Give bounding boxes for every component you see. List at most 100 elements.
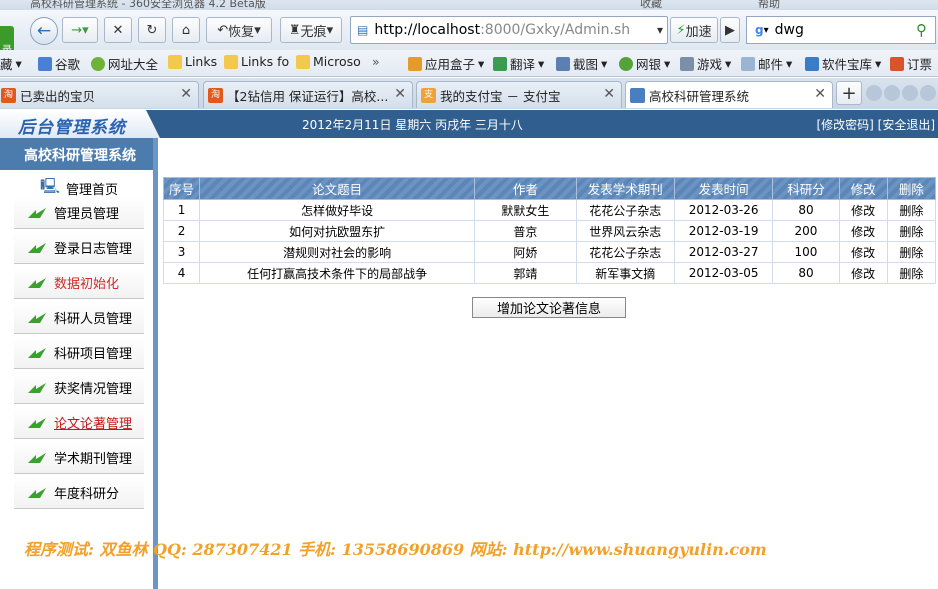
chevron-down-icon: ▾: [478, 56, 485, 71]
refresh-button[interactable]: ↻: [138, 17, 166, 43]
col-header: 发表时间: [673, 177, 774, 200]
fav-item[interactable]: 订票: [890, 54, 932, 73]
col-header: 修改: [838, 177, 888, 200]
tab-label: 高校科研管理系统: [649, 88, 750, 104]
tab-taobao-listing[interactable]: 淘【2钻信用 保证运行】高校... ✕: [203, 81, 413, 108]
back-button[interactable]: ←: [30, 17, 58, 45]
more-favorites-button[interactable]: »: [372, 54, 380, 69]
stop-button[interactable]: ✕: [104, 17, 132, 43]
sidebar-item[interactable]: 科研项目管理: [14, 337, 144, 369]
restore-button[interactable]: ↶ 恢复 ▾: [206, 17, 272, 43]
tab-list-icon[interactable]: [902, 85, 918, 101]
table-row: 4 任何打赢高技术条件下的局部战争 郭靖 新军事文摘 2012-03-05 80 修改 删除: [162, 262, 937, 284]
research-score: 80: [772, 199, 840, 221]
delete-link[interactable]: 删除: [886, 262, 937, 284]
accelerate-button[interactable]: ⚡ 加速: [670, 17, 718, 43]
sidebar-item[interactable]: 数据初始化: [14, 267, 144, 299]
fav-label: Links: [185, 54, 218, 69]
tab-sold-items[interactable]: 淘已卖出的宝贝 ✕: [0, 81, 199, 108]
close-icon[interactable]: ✕: [180, 86, 192, 102]
fav-item[interactable]: Links fo: [224, 54, 289, 69]
scroll-left-icon[interactable]: [866, 85, 882, 101]
refresh-icon: ↻: [146, 22, 158, 38]
fav-item[interactable]: 翻译 ▾: [493, 54, 544, 73]
home-icon: ⌂: [181, 22, 191, 38]
tab-label: 我的支付宝 － 支付宝: [440, 88, 561, 104]
forward-button[interactable]: →▾: [62, 17, 98, 43]
address-bar[interactable]: ▤ http://localhost:8000/Gxky/Admin.shtm …: [350, 16, 668, 44]
sidebar-item[interactable]: 管理员管理: [14, 197, 144, 229]
publish-date: 2012-03-05: [673, 262, 774, 284]
green-arrow-icon: [26, 451, 48, 465]
journal: 花花公子杂志: [575, 241, 675, 263]
close-icon[interactable]: ✕: [394, 86, 406, 102]
undo-icon: ↶: [217, 22, 229, 38]
grid-icon: [805, 56, 819, 71]
edit-link[interactable]: 修改: [838, 220, 888, 242]
author: 普京: [474, 220, 577, 242]
ticket-icon: [890, 56, 904, 71]
chevron-down-icon[interactable]: ▾: [764, 25, 769, 36]
new-tab-button[interactable]: +: [836, 81, 862, 105]
sidebar-divider: [153, 138, 158, 589]
search-icon[interactable]: ⚲: [916, 21, 927, 39]
title-menu-favorites[interactable]: 收藏: [640, 0, 662, 10]
alipay-icon: 支: [421, 87, 436, 103]
chevron-down-icon[interactable]: ▾: [657, 23, 663, 37]
tab-label: 【2钻信用 保证运行】高校...: [227, 88, 389, 104]
edit-link[interactable]: 修改: [838, 241, 888, 263]
sidebar-item[interactable]: 获奖情况管理: [14, 372, 144, 404]
row-index: 1: [162, 199, 201, 221]
home-button[interactable]: ⌂: [172, 17, 200, 43]
fav-item[interactable]: 软件宝库 ▾: [805, 54, 881, 73]
sidebar-item[interactable]: 学术期刊管理: [14, 442, 144, 474]
fav-item[interactable]: 截图 ▾: [556, 54, 607, 73]
fav-item[interactable]: 邮件 ▾: [741, 54, 792, 73]
url-input[interactable]: http://localhost:8000/Gxky/Admin.shtm: [374, 22, 630, 38]
tab-alipay[interactable]: 支我的支付宝 － 支付宝 ✕: [416, 81, 622, 108]
incognito-button[interactable]: ♜ 无痕 ▾: [280, 17, 342, 43]
title-menu-help[interactable]: 帮助: [758, 0, 780, 10]
system-title: 高校科研管理系统: [24, 148, 136, 164]
add-paper-button[interactable]: 增加论文论著信息: [472, 297, 626, 318]
edit-link[interactable]: 修改: [838, 262, 888, 284]
tab-scroll-controls: [866, 85, 936, 101]
window-title: 高校科研管理系统 - 360安全浏览器 4.2 Beta版: [30, 0, 266, 10]
sidebar-item[interactable]: 论文论著管理: [14, 407, 144, 439]
fav-label: 截图: [573, 57, 599, 72]
fav-item[interactable]: 网银 ▾: [619, 54, 670, 73]
gamepad-icon: [680, 56, 694, 71]
fav-item[interactable]: 应用盒子 ▾: [408, 54, 484, 73]
close-icon[interactable]: ✕: [603, 86, 615, 102]
edit-link[interactable]: 修改: [838, 199, 888, 221]
paper-title: 任何打赢高技术条件下的局部战争: [199, 262, 476, 284]
folder-icon: [224, 54, 238, 69]
fav-item[interactable]: Links: [168, 54, 217, 69]
sidebar-item[interactable]: 科研人员管理: [14, 302, 144, 334]
sidebar-item[interactable]: 年度科研分: [14, 477, 144, 509]
url-host: http://localhost: [374, 22, 481, 38]
fav-item[interactable]: 藏 ▾: [0, 54, 22, 73]
search-input[interactable]: dwg: [775, 22, 804, 38]
delete-link[interactable]: 删除: [886, 241, 937, 263]
journal: 世界风云杂志: [575, 220, 675, 242]
fav-item[interactable]: 游戏 ▾: [680, 54, 731, 73]
chevron-down-icon: ▾: [875, 56, 882, 71]
go-button[interactable]: ▶: [720, 17, 740, 43]
close-all-icon[interactable]: [920, 85, 936, 101]
page-icon: [630, 87, 645, 103]
tab-research-system[interactable]: 高校科研管理系统 ✕: [625, 81, 833, 108]
delete-link[interactable]: 删除: [886, 220, 937, 242]
close-icon[interactable]: ✕: [814, 86, 826, 102]
sidebar-item[interactable]: 登录日志管理: [14, 232, 144, 264]
chevron-down-icon: ▾: [254, 22, 261, 38]
green-arrow-icon: [26, 276, 48, 290]
page-icon: ▤: [357, 23, 369, 37]
scroll-right-icon[interactable]: [884, 85, 900, 101]
fav-item[interactable]: Microso: [296, 54, 361, 69]
fav-item[interactable]: 谷歌: [38, 54, 80, 73]
delete-link[interactable]: 删除: [886, 199, 937, 221]
header-account-links[interactable]: [修改密码] [安全退出]: [816, 116, 935, 133]
search-box[interactable]: g ▾ dwg ⚲: [746, 16, 936, 44]
fav-item[interactable]: 网址大全: [91, 54, 158, 73]
